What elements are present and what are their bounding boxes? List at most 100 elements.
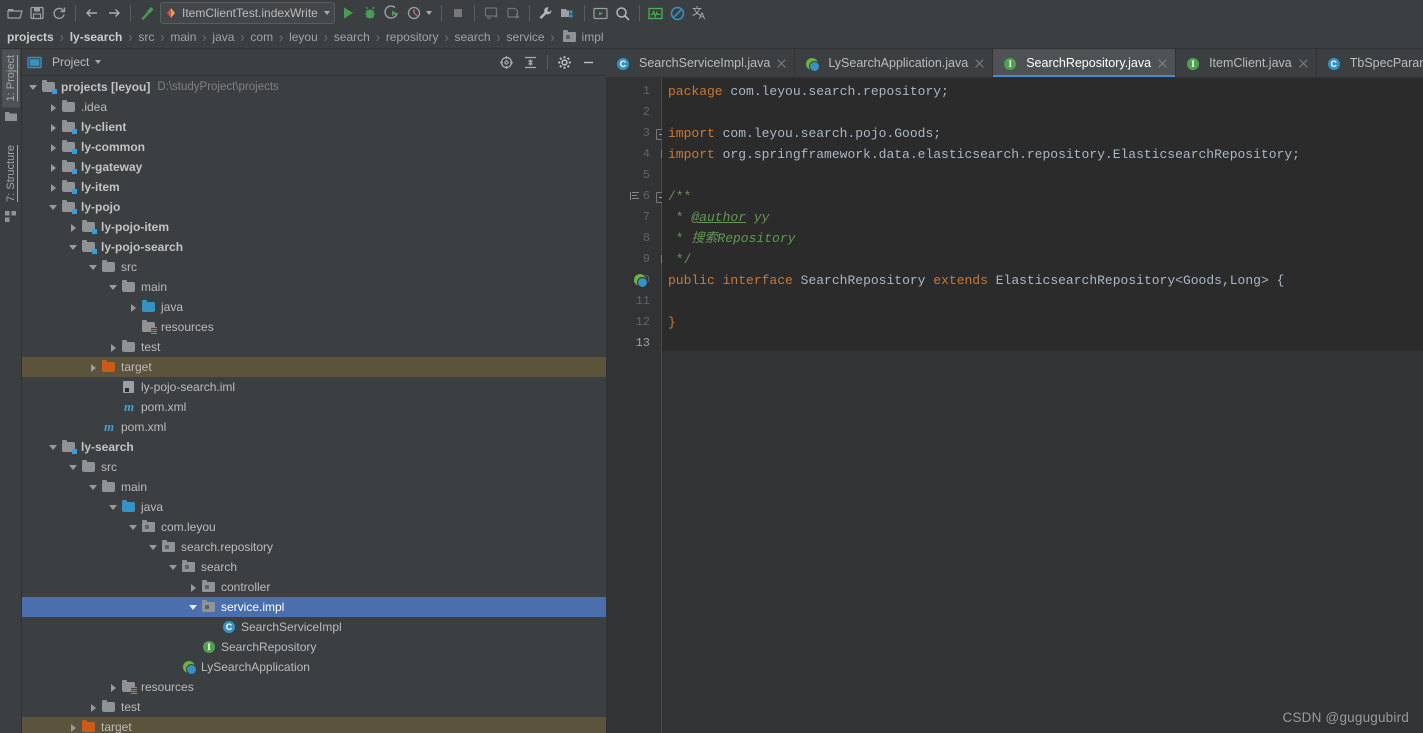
close-icon[interactable] [776, 58, 787, 69]
tree-row[interactable]: ly-item [22, 177, 606, 197]
close-icon[interactable] [1157, 58, 1168, 69]
chevron-right-icon[interactable] [48, 102, 59, 113]
breadcrumb-item-repository[interactable]: repository [385, 30, 440, 44]
tree-row[interactable]: LySearchApplication [22, 657, 606, 677]
tree-row[interactable]: ly-client [22, 117, 606, 137]
hide-panel-icon[interactable] [581, 55, 596, 70]
tree-row[interactable]: target [22, 357, 606, 377]
chevron-right-icon[interactable] [68, 222, 79, 233]
scroll-from-source-icon[interactable] [499, 55, 514, 70]
tree-row[interactable]: test [22, 697, 606, 717]
run-anything-icon[interactable] [590, 2, 612, 24]
editor-code[interactable]: package com.leyou.search.repository; impo… [662, 78, 1423, 733]
tree-row[interactable]: ly-pojo-search [22, 237, 606, 257]
tree-row[interactable]: m pom.xml [22, 397, 606, 417]
chevron-down-icon[interactable] [95, 60, 102, 64]
tree-row[interactable]: ly-pojo [22, 197, 606, 217]
javadoc-gutter-icon[interactable] [630, 191, 640, 201]
tree-row[interactable]: ly-search [22, 437, 606, 457]
breadcrumb-item-src[interactable]: src [137, 30, 155, 44]
compile-hammer-icon[interactable] [136, 2, 158, 24]
tree-row[interactable]: test [22, 337, 606, 357]
save-all-icon[interactable] [26, 2, 48, 24]
run-icon[interactable] [337, 2, 359, 24]
tree-row[interactable]: main [22, 277, 606, 297]
chevron-right-icon[interactable] [108, 342, 119, 353]
profile-icon[interactable] [403, 2, 425, 24]
chevron-right-icon[interactable] [48, 182, 59, 193]
tree-row[interactable]: target [22, 717, 606, 733]
tree-row[interactable]: java [22, 497, 606, 517]
breadcrumb-item-search-2[interactable]: search [454, 30, 492, 44]
chevron-down-icon[interactable] [88, 482, 99, 493]
search-everywhere-icon[interactable] [612, 2, 634, 24]
tree-row[interactable]: I SearchRepository [22, 637, 606, 657]
chevron-down-icon[interactable] [148, 542, 159, 553]
open-folder-icon[interactable] [4, 2, 26, 24]
project-tree[interactable]: projects [leyou] D:\studyProject\projects… [22, 76, 606, 733]
breadcrumb-item-leyou[interactable]: leyou [288, 30, 319, 44]
chevron-down-icon[interactable] [128, 522, 139, 533]
code-editor[interactable]: 12345678910111213 package com.leyou.sear… [606, 78, 1423, 733]
tree-row[interactable]: src [22, 457, 606, 477]
tree-row[interactable]: ly-common [22, 137, 606, 157]
breadcrumb-item-ly-search[interactable]: ly-search [69, 30, 124, 44]
breadcrumb-item-projects[interactable]: projects [6, 30, 55, 44]
tree-row[interactable]: search.repository [22, 537, 606, 557]
breadcrumb-item-search[interactable]: search [333, 30, 371, 44]
run-coverage-icon[interactable] [381, 2, 403, 24]
chevron-right-icon[interactable] [88, 702, 99, 713]
sidebar-item-project[interactable]: 1: Project [1, 49, 20, 108]
chevron-right-icon[interactable] [48, 162, 59, 173]
chevron-down-icon[interactable] [88, 262, 99, 273]
chevron-down-icon[interactable] [48, 442, 59, 453]
tree-row[interactable]: main [22, 477, 606, 497]
editor-tab[interactable]: I ItemClient.java [1176, 49, 1317, 77]
breadcrumb-item-com[interactable]: com [249, 30, 274, 44]
breadcrumb-item-impl[interactable]: impl [581, 30, 605, 44]
tree-row[interactable]: ly-pojo-search.iml [22, 377, 606, 397]
chevron-down-icon[interactable] [68, 242, 79, 253]
tree-row[interactable]: resources [22, 317, 606, 337]
breadcrumb-item-java[interactable]: java [211, 30, 235, 44]
editor-tab[interactable]: C SearchServiceImpl.java [606, 49, 796, 77]
chevron-down-icon[interactable] [188, 602, 199, 613]
sync-refresh-icon[interactable] [48, 2, 70, 24]
chevron-right-icon[interactable] [128, 302, 139, 313]
tree-row[interactable]: resources [22, 677, 606, 697]
chevron-down-icon[interactable] [108, 502, 119, 513]
chevron-down-icon[interactable] [68, 462, 79, 473]
chevron-right-icon[interactable] [48, 142, 59, 153]
chevron-down-icon[interactable] [323, 11, 330, 15]
editor-gutter[interactable]: 12345678910111213 [606, 78, 667, 733]
tree-row[interactable]: controller [22, 577, 606, 597]
breadcrumb-item-main[interactable]: main [169, 30, 197, 44]
tree-row[interactable]: com.leyou [22, 517, 606, 537]
tree-row[interactable]: projects [leyou] D:\studyProject\projects [22, 77, 606, 97]
tree-row[interactable]: search [22, 557, 606, 577]
spring-bean-gutter-icon[interactable] [634, 274, 648, 288]
tree-row[interactable]: m pom.xml [22, 417, 606, 437]
tree-row[interactable]: src [22, 257, 606, 277]
chevron-right-icon[interactable] [48, 122, 59, 133]
tree-row[interactable]: ly-pojo-item [22, 217, 606, 237]
breadcrumb-item-service[interactable]: service [506, 30, 546, 44]
settings-wrench-icon[interactable] [535, 2, 557, 24]
editor-tab[interactable]: I SearchRepository.java [993, 49, 1177, 77]
chevron-down-icon[interactable] [28, 82, 39, 93]
gear-icon[interactable] [557, 55, 572, 70]
collapse-all-icon[interactable] [523, 55, 538, 70]
translate-icon[interactable]: 文A [689, 2, 711, 24]
editor-tab[interactable]: C TbSpecParamCon [1317, 49, 1423, 77]
tree-row[interactable]: C SearchServiceImpl [22, 617, 606, 637]
chevron-down-icon[interactable] [168, 562, 179, 573]
tree-row[interactable]: java [22, 297, 606, 317]
tree-row[interactable]: service.impl [22, 597, 606, 617]
close-icon[interactable] [974, 58, 985, 69]
forward-arrow-icon[interactable] [103, 2, 125, 24]
close-icon[interactable] [1298, 58, 1309, 69]
chevron-down-icon[interactable] [48, 202, 59, 213]
sidebar-item-structure[interactable]: 7: Structure [2, 139, 20, 208]
activity-monitor-icon[interactable] [645, 2, 667, 24]
no-entry-icon[interactable] [667, 2, 689, 24]
